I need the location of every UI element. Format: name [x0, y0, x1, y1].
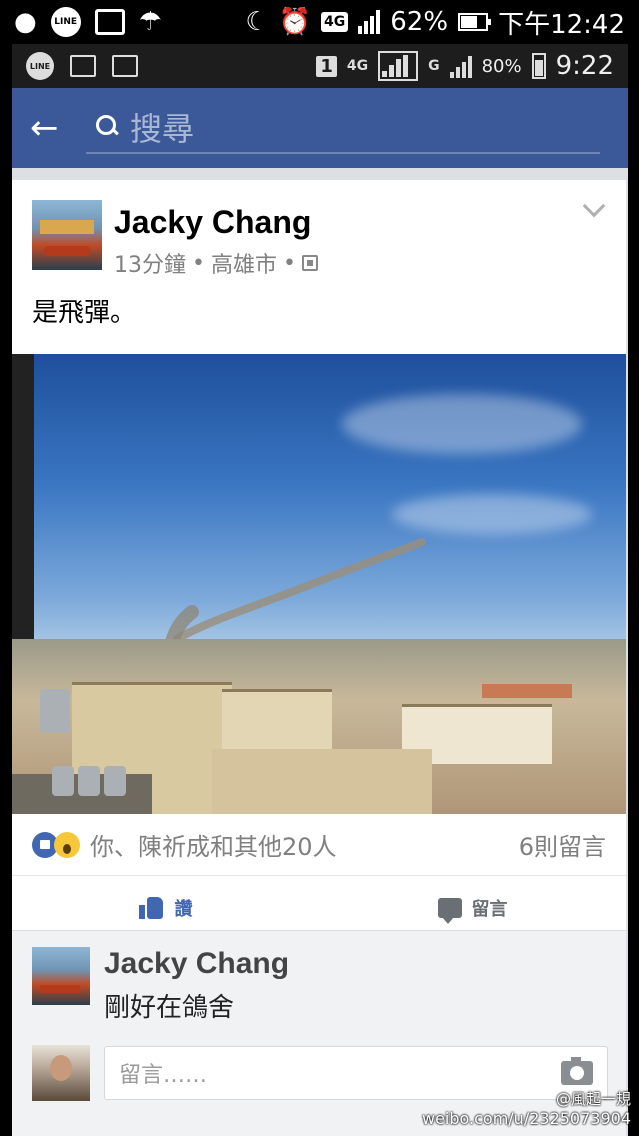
post-header: Jacky Chang 13分鐘 • 高雄市 •	[12, 180, 626, 290]
signal-icon	[378, 51, 419, 81]
post-location[interactable]: 高雄市	[211, 247, 277, 279]
water-tank	[104, 766, 126, 796]
commenter-name[interactable]: Jacky Chang	[104, 947, 289, 981]
water-tank	[40, 689, 70, 733]
photo-wall	[12, 354, 34, 644]
reactions-row[interactable]: 你、陳祈成和其他20人 6則留言	[12, 814, 626, 876]
photo-roof	[482, 684, 572, 698]
comment-bubble-icon	[437, 898, 462, 924]
photo-roof	[212, 749, 432, 814]
clock: 下午12:42	[498, 9, 625, 40]
alarm-icon: ⏰	[278, 7, 312, 37]
comment-placeholder: 留言……	[119, 1063, 208, 1088]
clock: 9:22	[555, 51, 614, 81]
commenter-avatar[interactable]	[32, 947, 90, 1005]
network-type: 4G	[321, 12, 349, 32]
water-tank	[78, 766, 100, 796]
umbrella-icon: ☂	[138, 7, 162, 37]
photo-building	[222, 689, 332, 749]
battery-icon	[531, 53, 546, 79]
inner-status-bar: LINE 1 4G G 80% 9:22	[12, 44, 628, 88]
gallery-icon	[70, 55, 96, 77]
like-label: 讚	[174, 899, 193, 920]
comment-label: 留言	[471, 899, 508, 920]
sim-icon: 1	[316, 55, 337, 77]
outer-status-bar: ● LINE ☂ ☾ ⏰ 4G 62% 下午12:42	[0, 0, 639, 44]
battery-percent: 62%	[390, 7, 449, 37]
signal-icon	[358, 10, 381, 34]
author-name[interactable]: Jacky Chang	[114, 204, 318, 241]
back-arrow-icon[interactable]: ←	[30, 111, 86, 145]
thumbs-up-icon	[138, 897, 165, 919]
comment-item: Jacky Chang 剛好在鴿舍	[12, 931, 626, 1040]
mail-icon	[94, 9, 125, 35]
post-meta: 13分鐘 • 高雄市 •	[114, 247, 318, 279]
water-tank	[52, 766, 74, 796]
comment-count[interactable]: 6則留言	[519, 827, 606, 862]
my-avatar	[32, 1045, 90, 1101]
post-time[interactable]: 13分鐘	[114, 247, 186, 279]
comment-button[interactable]: 留言	[319, 895, 626, 924]
search-bar[interactable]: 搜尋	[86, 102, 600, 154]
watermark-url: weibo.com/u/2325073904	[421, 1109, 631, 1129]
battery-icon	[458, 13, 492, 31]
wow-reaction-icon	[54, 831, 80, 858]
search-icon	[96, 115, 120, 139]
like-button[interactable]: 讚	[12, 895, 319, 921]
app-header: ← 搜尋	[12, 88, 628, 168]
post-photo[interactable]	[12, 354, 626, 814]
meta-dot: •	[192, 250, 205, 276]
author-avatar[interactable]	[32, 200, 102, 270]
briefcase-icon	[112, 55, 138, 77]
search-input[interactable]: 搜尋	[130, 104, 194, 150]
network-type-1: 4G	[346, 58, 369, 74]
line-app-icon: LINE	[50, 7, 81, 37]
camera-icon[interactable]	[561, 1057, 593, 1085]
messages-icon: ●	[14, 7, 37, 37]
battery-percent: 80%	[481, 55, 522, 77]
network-type-2: G	[428, 58, 440, 74]
comment-text: 剛好在鴿舍	[104, 993, 235, 1023]
meta-dot: •	[283, 250, 296, 276]
post-text: 是飛彈。	[32, 298, 137, 328]
reactions-summary[interactable]: 你、陳祈成和其他20人	[90, 827, 337, 862]
chevron-down-icon[interactable]	[582, 194, 606, 218]
weibo-watermark: @風起一規 weibo.com/u/2325073904	[422, 1090, 631, 1130]
post-card: Jacky Chang 13分鐘 • 高雄市 • 是飛彈。 你、陳祈成和其他20…	[12, 180, 626, 940]
watermark-handle: @風起一規	[555, 1089, 631, 1108]
line-app-icon: LINE	[26, 52, 54, 80]
moon-icon: ☾	[245, 7, 269, 37]
privacy-icon	[301, 255, 318, 271]
signal-icon-2	[449, 54, 472, 78]
